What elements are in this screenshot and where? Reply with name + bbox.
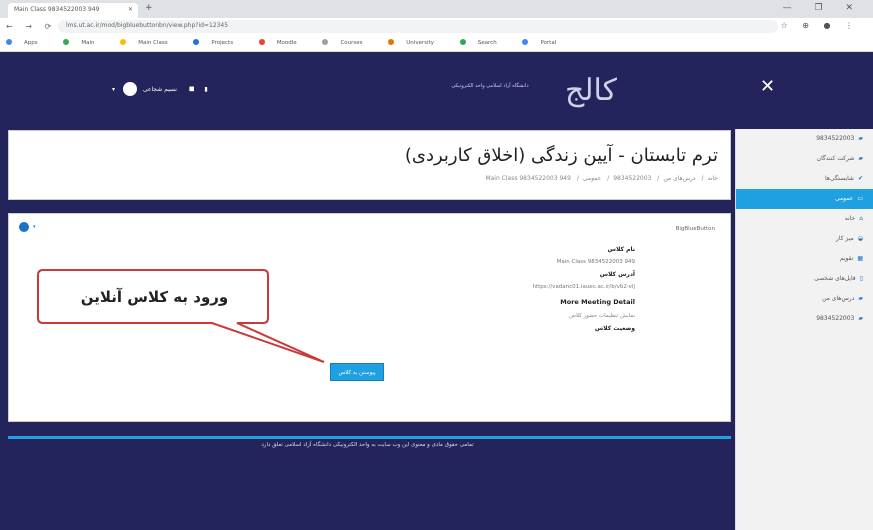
- site-header: ▾ نسیم شجاعی ■ ▮ دانشگاه آزاد اسلامی واح…: [0, 52, 873, 129]
- sidebar-item-participants[interactable]: ▰شرکت کنندگان: [736, 149, 873, 169]
- notification-icon[interactable]: ▮: [204, 86, 207, 93]
- breadcrumb-item[interactable]: درس‌های من: [663, 175, 695, 182]
- breadcrumb: خانه/ درس‌های من/ 9834522003/ عمومی/ Mai…: [485, 175, 718, 182]
- sidebar-item-my-courses[interactable]: ▰درس‌های من: [736, 289, 873, 309]
- footer: [0, 436, 735, 530]
- close-icon[interactable]: ✕: [760, 76, 775, 97]
- nav-buttons[interactable]: ← → ⟳: [6, 22, 56, 31]
- bookmarks-bar: Apps Main Main Class Projects Moodle Cou…: [0, 35, 873, 52]
- chevron-down-icon: ▾: [112, 85, 116, 93]
- file-icon: ▯: [859, 275, 863, 282]
- message-icon[interactable]: ■: [189, 86, 195, 93]
- avatar: [122, 82, 137, 96]
- sidebar-item-home[interactable]: ⌂خانه: [736, 209, 873, 229]
- sidebar-item-course[interactable]: ▰9834522003: [736, 129, 873, 149]
- sidebar-item-calendar[interactable]: ▦تقویم: [736, 249, 873, 269]
- class-name-label: نام کلاس: [607, 246, 635, 253]
- sidebar-item-private-files[interactable]: ▯فایل‌های شخصی: [736, 269, 873, 289]
- browser-chrome: Main Class 9834522003 949 ✕ + — ❐ ✕ ← → …: [0, 0, 873, 52]
- bookmark-item[interactable]: Courses: [322, 39, 374, 46]
- sidebar-item-general[interactable]: ▭عمومی: [736, 189, 873, 209]
- address-bar: ← → ⟳ lms.ut.ac.ir/mod/bigbluebuttonbn/v…: [0, 18, 873, 35]
- check-icon: ✔: [857, 175, 863, 182]
- bookmark-item[interactable]: Projects: [193, 39, 245, 46]
- sidebar: ▰9834522003 ▰شرکت کنندگان ✔شایستگی‌ها ▭ع…: [735, 129, 873, 530]
- footer-divider: [8, 436, 731, 439]
- class-address-value[interactable]: https://vadanc01.iauec.ac.ir/b/vb2-vlj: [435, 284, 635, 290]
- bookmark-item[interactable]: Apps: [6, 39, 50, 46]
- breadcrumb-item[interactable]: Main Class 9834522003 949: [485, 175, 570, 182]
- footer-copyright: تمامی حقوق مادی و معنوی این وب سایت به و…: [261, 442, 474, 448]
- breadcrumb-item[interactable]: 9834522003: [613, 175, 651, 182]
- home-icon: ⌂: [859, 215, 863, 222]
- callout-text: ورود به کلاس آنلاین: [80, 288, 229, 306]
- meeting-detail-link[interactable]: More Meeting Detail: [435, 298, 635, 306]
- browser-tab[interactable]: Main Class 9834522003 949 ✕: [8, 3, 138, 18]
- user-menu[interactable]: ▾ نسیم شجاعی ■ ▮: [112, 82, 208, 96]
- users-icon: ▰: [858, 155, 863, 162]
- graduation-cap-icon: ▰: [858, 315, 863, 322]
- folder-icon: ▭: [857, 195, 863, 202]
- dashboard-icon: ◒: [857, 235, 863, 242]
- sidebar-item-competencies[interactable]: ✔شایستگی‌ها: [736, 169, 873, 189]
- tab-bar: Main Class 9834522003 949 ✕ + — ❐ ✕: [0, 0, 873, 18]
- bookmark-item[interactable]: University: [388, 39, 446, 46]
- breadcrumb-item[interactable]: خانه: [708, 175, 718, 182]
- join-class-button[interactable]: پیوستن به کلاس: [330, 363, 384, 381]
- bookmark-item[interactable]: Main: [63, 39, 106, 46]
- sidebar-item-course-2[interactable]: ▰9834522003: [736, 309, 873, 329]
- graduation-cap-icon: ▰: [858, 135, 863, 142]
- class-address-label: آدرس کلاس: [599, 271, 635, 278]
- bookmark-item[interactable]: Main Class: [120, 39, 179, 46]
- url-field[interactable]: lms.ut.ac.ir/mod/bigbluebuttonbn/view.ph…: [58, 20, 778, 33]
- class-details: نام کلاس Main Class 9834522003 949 آدرس …: [435, 240, 635, 332]
- user-name: نسیم شجاعی: [142, 85, 177, 93]
- bookmark-item[interactable]: Portal: [522, 39, 568, 46]
- sidebar-item-dashboard[interactable]: ◒میز کار: [736, 229, 873, 249]
- guide-text[interactable]: نمایش تنظیمات حضور کلاس: [435, 313, 635, 319]
- breadcrumb-item[interactable]: عمومی: [583, 175, 601, 182]
- chevron-down-icon[interactable]: ▾: [33, 224, 36, 230]
- calendar-icon: ▦: [857, 255, 863, 262]
- tab-title: Main Class 9834522003 949: [14, 6, 100, 13]
- bookmark-item[interactable]: Search: [459, 39, 509, 46]
- university-name: دانشگاه آزاد اسلامی واحد الکترونیکی: [451, 83, 529, 89]
- callout-annotation: ورود به کلاس آنلاین: [37, 268, 325, 363]
- bookmark-item[interactable]: Moodle: [258, 39, 309, 46]
- new-tab-button[interactable]: +: [145, 3, 153, 13]
- extensions-icons[interactable]: ☆ ⊕ ● ⋮: [781, 21, 859, 30]
- module-label: BigBlueButton: [675, 226, 715, 232]
- gear-icon[interactable]: [19, 222, 29, 232]
- window-controls[interactable]: — ❐ ✕: [783, 3, 863, 13]
- page-title: ترم تابستان - آیین زندگی (اخلاق کاربردی): [404, 145, 718, 166]
- course-header-card: ترم تابستان - آیین زندگی (اخلاق کاربردی)…: [8, 130, 731, 200]
- callout-shape: [37, 269, 325, 363]
- class-name-value: Main Class 9834522003 949: [556, 259, 635, 265]
- class-status-label: وضعیت کلاس: [594, 325, 635, 332]
- tab-close-icon[interactable]: ✕: [128, 6, 133, 13]
- site-logo[interactable]: کالج: [565, 72, 655, 112]
- graduation-cap-icon: ▰: [858, 295, 863, 302]
